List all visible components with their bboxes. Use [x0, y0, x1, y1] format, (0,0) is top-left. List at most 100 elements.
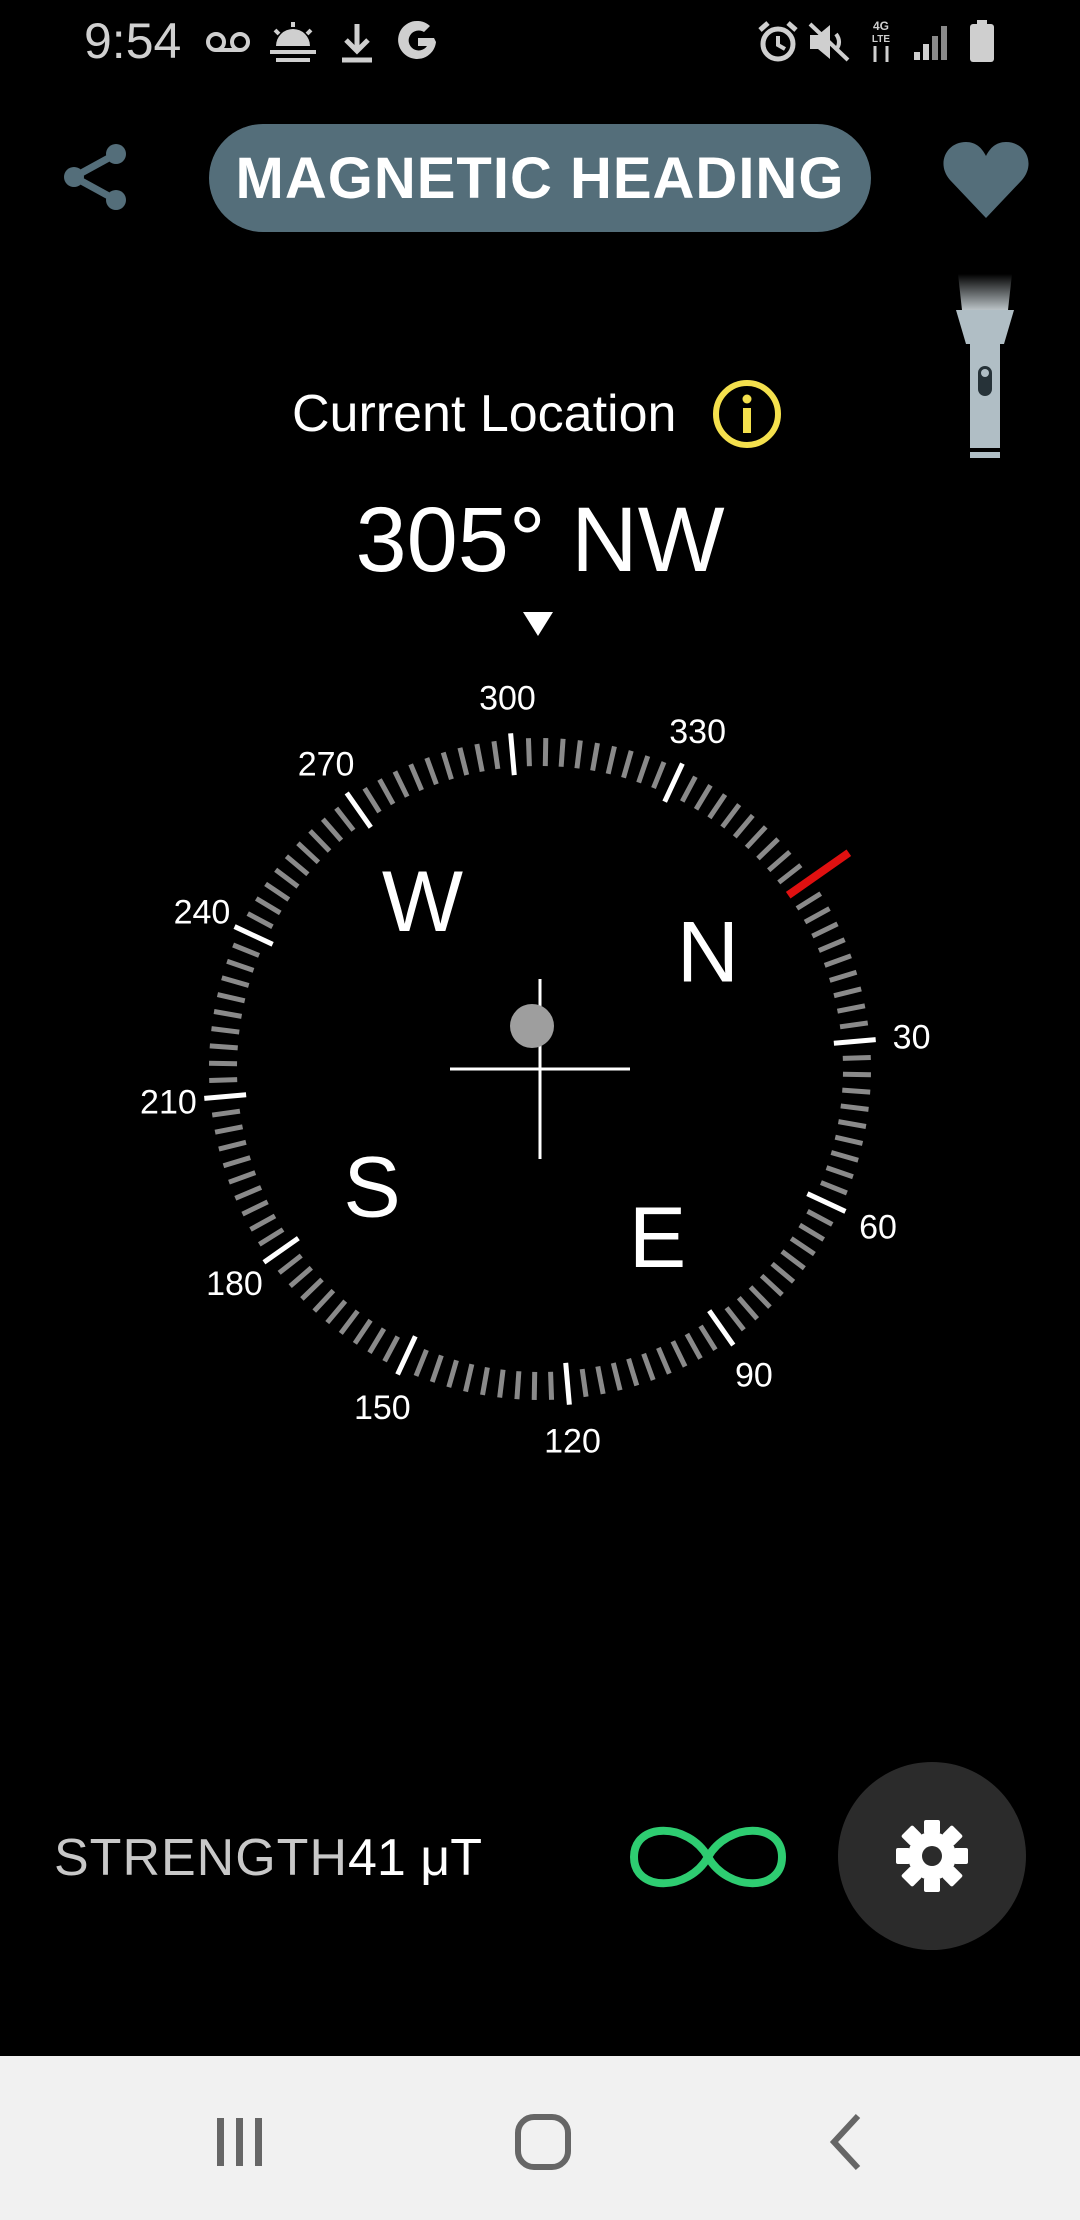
degree-label: 270: [298, 745, 355, 783]
major-tick: [662, 762, 685, 803]
minor-tick: [264, 881, 291, 902]
minor-tick: [767, 849, 792, 873]
minor-tick: [651, 761, 667, 789]
voicemail-icon: [206, 32, 250, 52]
minor-tick: [548, 1371, 555, 1400]
lte-data-icon: 4G LTE: [872, 19, 890, 62]
back-icon[interactable]: [806, 2102, 886, 2182]
heart-icon[interactable]: [940, 138, 1032, 222]
minor-tick: [463, 1363, 475, 1393]
minor-tick: [798, 1222, 826, 1242]
share-icon[interactable]: [58, 140, 132, 214]
minor-tick: [497, 1369, 506, 1398]
minor-tick: [842, 1087, 871, 1095]
infinity-icon[interactable]: [622, 1812, 794, 1902]
mute-icon: [808, 22, 850, 62]
mode-title-button[interactable]: MAGNETIC HEADING: [209, 124, 871, 232]
minor-tick: [707, 793, 728, 820]
degree-label: 90: [735, 1357, 773, 1395]
minor-tick: [514, 1371, 522, 1400]
minor-tick: [209, 1077, 238, 1084]
page-title: MAGNETIC HEADING: [235, 145, 845, 211]
minor-tick: [803, 906, 831, 925]
minor-tick: [558, 738, 566, 767]
minor-tick: [232, 942, 260, 958]
minor-tick: [720, 803, 742, 829]
minor-tick: [626, 1358, 640, 1387]
minor-tick: [839, 1020, 869, 1030]
minor-tick: [228, 1170, 257, 1185]
degree-label: 150: [354, 1389, 411, 1427]
degree-label: 120: [544, 1423, 601, 1461]
minor-tick: [211, 1026, 240, 1035]
minor-tick: [209, 1043, 238, 1051]
compass-dial[interactable]: 30 60 90 120 150 180 210 240 270 300 330 N E S W: [0, 590, 1080, 1510]
minor-tick: [491, 740, 501, 770]
minor-tick: [221, 975, 250, 988]
minor-tick: [834, 1134, 864, 1146]
minor-tick: [334, 806, 356, 832]
minor-tick: [325, 1299, 348, 1325]
major-tick: [806, 1191, 847, 1214]
minor-tick: [312, 1288, 336, 1313]
minor-tick: [222, 1155, 251, 1169]
minor-tick: [254, 896, 282, 916]
status-bar: 9:54 4G LTE: [0, 0, 1080, 86]
minor-tick: [748, 1285, 772, 1309]
minor-tick: [226, 958, 255, 973]
minor-tick: [770, 1261, 796, 1284]
level-bubble: [510, 1004, 554, 1048]
minor-tick: [457, 747, 470, 776]
minor-tick: [759, 1273, 784, 1297]
system-nav-bar: [0, 2056, 1080, 2220]
degree-label: 330: [669, 713, 726, 751]
signal-icon: [914, 26, 947, 60]
minor-tick: [338, 1309, 360, 1335]
minor-tick: [284, 854, 310, 877]
minor-tick: [595, 1365, 606, 1395]
minor-tick: [684, 1332, 703, 1360]
svg-text:4G: 4G: [873, 19, 889, 33]
minor-tick: [424, 757, 439, 786]
minor-tick: [840, 1103, 869, 1112]
battery-icon: [970, 20, 994, 62]
strength-label: STRENGTH: [54, 1829, 348, 1887]
home-icon[interactable]: [503, 2102, 583, 2182]
minor-tick: [641, 1352, 656, 1381]
info-icon[interactable]: [711, 378, 783, 450]
minor-tick: [274, 867, 300, 889]
minor-tick: [605, 745, 617, 775]
minor-tick: [308, 829, 332, 853]
minor-tick: [446, 1359, 459, 1388]
strength-value: 41 μT: [348, 1829, 483, 1887]
cardinal-label-e: E: [629, 1190, 686, 1286]
degree-label: 60: [859, 1209, 897, 1247]
minor-tick: [213, 1009, 243, 1019]
minor-tick: [777, 863, 803, 885]
gear-icon: [896, 1820, 968, 1892]
minor-tick: [249, 1213, 277, 1232]
minor-tick: [320, 817, 344, 842]
minor-tick: [636, 755, 651, 784]
minor-tick: [362, 786, 382, 814]
minor-tick: [825, 1165, 854, 1180]
minor-tick: [795, 891, 823, 911]
minor-tick: [574, 740, 583, 769]
settings-button[interactable]: [838, 1762, 1026, 1950]
minor-tick: [610, 1362, 623, 1391]
minor-tick: [680, 775, 698, 803]
minor-tick: [392, 770, 410, 798]
north-marker: [785, 849, 852, 899]
minor-tick: [724, 1306, 746, 1332]
minor-tick: [440, 751, 454, 780]
minor-tick: [756, 837, 780, 861]
download-icon: [342, 24, 372, 63]
recent-apps-icon[interactable]: [200, 2102, 280, 2182]
heading-readout: 305° NW: [355, 489, 725, 591]
weather-icon: [270, 22, 316, 62]
minor-tick: [352, 1318, 373, 1345]
minor-tick: [842, 1054, 871, 1061]
minor-tick: [300, 1277, 324, 1301]
minor-tick: [246, 911, 274, 929]
minor-tick: [234, 1185, 263, 1201]
